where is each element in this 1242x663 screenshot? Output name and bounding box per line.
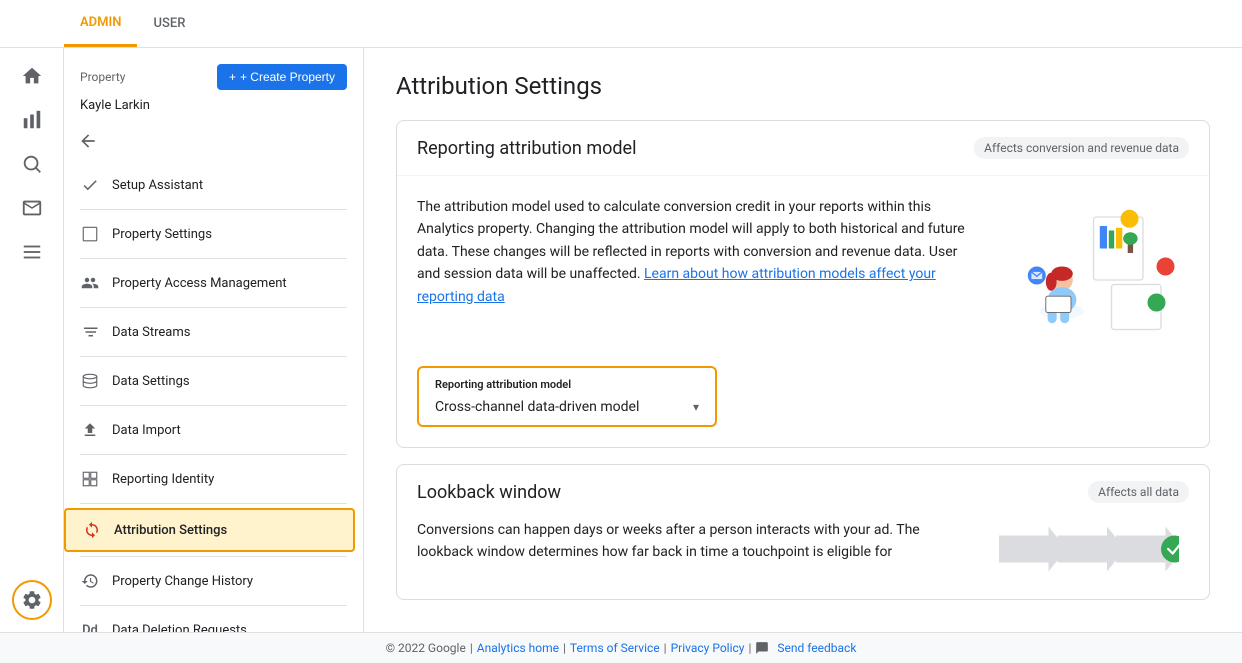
model-selector-label: Reporting attribution model (435, 378, 699, 391)
sidebar-item-label: Property Change History (112, 574, 253, 589)
sidebar-item-attribution-settings[interactable]: Attribution Settings (64, 508, 355, 552)
settings-badge[interactable] (12, 580, 52, 620)
sidebar-item-property-access[interactable]: Property Access Management (64, 263, 355, 303)
sidebar: Property + + Create Property Kayle Larki… (64, 48, 364, 632)
property-settings-icon (80, 224, 100, 244)
nav-advertising-icon[interactable] (12, 188, 52, 228)
lookback-card-title: Lookback window (417, 482, 561, 503)
tab-admin[interactable]: ADMIN (64, 0, 137, 47)
plus-icon: + (229, 70, 236, 84)
property-name: Kayle Larkin (64, 98, 363, 125)
model-selector-value: Cross-channel data-driven model (435, 399, 639, 415)
feedback-icon (755, 641, 773, 655)
sidebar-item-data-streams[interactable]: Data Streams (64, 312, 355, 352)
reporting-illustration (989, 196, 1189, 346)
reporting-card-badge: Affects conversion and revenue data (974, 137, 1189, 159)
data-import-icon (80, 420, 100, 440)
sidebar-item-label: Setup Assistant (112, 178, 203, 193)
lookback-illustration (989, 519, 1189, 579)
footer-copyright: © 2022 Google (386, 641, 466, 655)
model-selector-group: Reporting attribution model Cross-channe… (417, 366, 717, 427)
reporting-card-text: The attribution model used to calculate … (417, 196, 969, 346)
model-selector-dropdown[interactable]: Cross-channel data-driven model ▾ (435, 399, 699, 415)
privacy-policy-link[interactable]: Privacy Policy (671, 641, 745, 655)
data-streams-icon (80, 322, 100, 342)
analytics-home-link[interactable]: Analytics home (477, 641, 559, 655)
back-button[interactable] (72, 125, 104, 157)
footer: © 2022 Google | Analytics home | Terms o… (0, 632, 1242, 663)
nav-home-icon[interactable] (12, 56, 52, 96)
property-access-icon (80, 273, 100, 293)
model-selector-form: Reporting attribution model Cross-channe… (397, 366, 1209, 447)
lookback-card-badge: Affects all data (1088, 481, 1189, 503)
reporting-card-title: Reporting attribution model (417, 138, 636, 159)
terms-of-service-link[interactable]: Terms of Service (570, 641, 660, 655)
reporting-attribution-card: Reporting attribution model Affects conv… (396, 120, 1210, 448)
sidebar-item-data-import[interactable]: Data Import (64, 410, 355, 450)
sidebar-item-label: Attribution Settings (114, 523, 227, 538)
sidebar-item-label: Reporting Identity (112, 472, 214, 487)
sidebar-item-reporting-identity[interactable]: Reporting Identity (64, 459, 355, 499)
nav-explore-icon[interactable] (12, 144, 52, 184)
main-content: Attribution Settings Reporting attributi… (364, 48, 1242, 632)
nav-reports-icon[interactable] (12, 100, 52, 140)
data-settings-icon (80, 371, 100, 391)
sidebar-item-label: Data Streams (112, 325, 190, 340)
data-deletion-icon: Dd (80, 620, 100, 632)
icon-bar (0, 48, 64, 632)
setup-assistant-icon (80, 175, 100, 195)
property-change-history-icon (80, 571, 100, 591)
tab-user[interactable]: USER (137, 0, 201, 47)
sidebar-item-property-settings[interactable]: Property Settings (64, 214, 355, 254)
sidebar-item-label: Data Deletion Requests (112, 623, 247, 633)
create-property-button[interactable]: + + Create Property (217, 64, 347, 90)
send-feedback-link[interactable]: Send feedback (777, 641, 856, 655)
sidebar-item-data-deletion[interactable]: Dd Data Deletion Requests (64, 610, 355, 632)
sidebar-item-label: Property Access Management (112, 276, 287, 291)
sidebar-item-label: Data Import (112, 423, 181, 438)
property-label: Property (80, 70, 125, 84)
lookback-window-card: Lookback window Affects all data Convers… (396, 464, 1210, 600)
sidebar-item-data-settings[interactable]: Data Settings (64, 361, 355, 401)
sidebar-item-label: Data Settings (112, 374, 190, 389)
chevron-down-icon: ▾ (693, 400, 699, 414)
attribution-settings-icon (82, 520, 102, 540)
sidebar-item-setup-assistant[interactable]: Setup Assistant (64, 165, 355, 205)
page-title: Attribution Settings (396, 72, 1210, 100)
sidebar-item-label: Property Settings (112, 227, 212, 242)
lookback-card-text: Conversions can happen days or weeks aft… (417, 519, 969, 579)
nav-configure-icon[interactable] (12, 232, 52, 272)
sidebar-item-property-change-history[interactable]: Property Change History (64, 561, 355, 601)
reporting-identity-icon (80, 469, 100, 489)
